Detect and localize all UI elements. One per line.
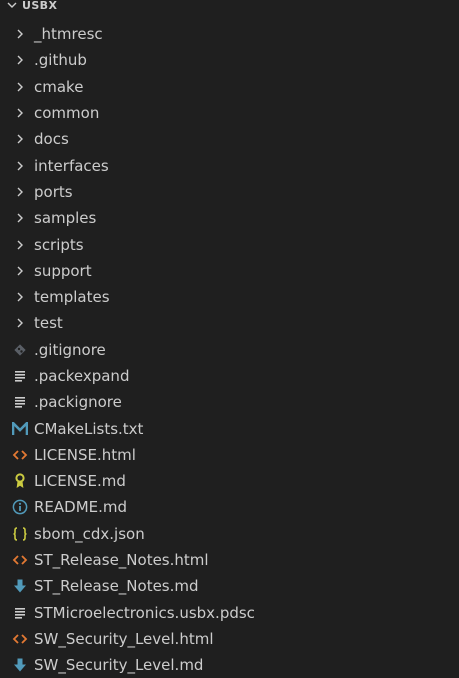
file-item[interactable]: CMakeLists.txt	[0, 415, 459, 441]
chevron-right-icon	[10, 313, 30, 333]
cmake-icon	[10, 419, 30, 439]
folder-label: interfaces	[34, 156, 109, 175]
folder-label: scripts	[34, 235, 84, 254]
file-item[interactable]: ST_Release_Notes.html	[0, 547, 459, 573]
info-icon	[10, 497, 30, 517]
file-label: .packexpand	[34, 367, 130, 385]
chevron-right-icon	[10, 50, 30, 70]
chevron-down-icon	[4, 0, 20, 13]
license-icon	[10, 471, 30, 491]
file-item[interactable]: STMicroelectronics.usbx.pdsc	[0, 600, 459, 626]
chevron-right-icon	[10, 261, 30, 281]
chevron-right-icon	[10, 103, 30, 123]
folder-item[interactable]: interfaces	[0, 152, 459, 178]
file-label: LICENSE.html	[34, 445, 136, 464]
folder-item[interactable]: docs	[0, 126, 459, 152]
folder-label: _htmresc	[34, 25, 103, 44]
folder-label: common	[34, 104, 100, 123]
file-label: SW_Security_Level.html	[34, 629, 214, 648]
markdown-icon	[10, 576, 30, 596]
folder-item[interactable]: _htmresc	[0, 21, 459, 47]
folder-item[interactable]: test	[0, 310, 459, 336]
file-item[interactable]: SW_Security_Level.md	[0, 652, 459, 678]
file-item[interactable]: SW_Security_Level.html	[0, 626, 459, 652]
file-item[interactable]: .packignore	[0, 389, 459, 415]
folder-label: templates	[34, 288, 110, 307]
folder-item[interactable]: support	[0, 258, 459, 284]
file-label: STMicroelectronics.usbx.pdsc	[34, 603, 255, 622]
text-file-icon	[10, 392, 30, 412]
root-folder-label: USBX	[22, 0, 58, 12]
file-item[interactable]: LICENSE.md	[0, 468, 459, 494]
folder-label: support	[34, 261, 92, 280]
chevron-right-icon	[10, 129, 30, 149]
file-item[interactable]: ST_Release_Notes.md	[0, 573, 459, 599]
chevron-right-icon	[10, 235, 30, 255]
text-file-icon	[10, 603, 30, 623]
file-label: LICENSE.md	[34, 472, 126, 491]
file-item[interactable]: .packexpand	[0, 363, 459, 389]
file-label: ST_Release_Notes.md	[34, 577, 199, 596]
file-item[interactable]: LICENSE.html	[0, 442, 459, 468]
file-item[interactable]: .gitignore	[0, 337, 459, 363]
html-icon	[10, 550, 30, 570]
git-icon	[10, 340, 30, 360]
chevron-right-icon	[10, 77, 30, 97]
folder-item[interactable]: common	[0, 100, 459, 126]
file-label: .packignore	[34, 393, 122, 412]
folder-item[interactable]: scripts	[0, 231, 459, 257]
root-folder-header[interactable]: USBX	[0, 0, 459, 13]
markdown-icon	[10, 655, 30, 675]
file-label: README.md	[34, 498, 128, 517]
file-label: CMakeLists.txt	[34, 419, 144, 438]
file-tree: _htmresc .github cmake common docs inter…	[0, 21, 459, 678]
chevron-right-icon	[10, 182, 30, 202]
folder-label: ports	[34, 182, 73, 201]
folder-item[interactable]: samples	[0, 205, 459, 231]
html-icon	[10, 629, 30, 649]
html-icon	[10, 445, 30, 465]
folder-label: docs	[34, 130, 69, 149]
json-icon	[10, 524, 30, 544]
folder-label: samples	[34, 209, 97, 228]
chevron-right-icon	[10, 287, 30, 307]
file-label: .gitignore	[34, 340, 106, 359]
file-label: SW_Security_Level.md	[34, 656, 204, 675]
chevron-right-icon	[10, 24, 30, 44]
file-label: sbom_cdx.json	[34, 524, 145, 543]
chevron-right-icon	[10, 156, 30, 176]
folder-item[interactable]: cmake	[0, 74, 459, 100]
folder-item[interactable]: .github	[0, 47, 459, 73]
text-file-icon	[10, 366, 30, 386]
chevron-right-icon	[10, 208, 30, 228]
folder-item[interactable]: ports	[0, 179, 459, 205]
file-label: ST_Release_Notes.html	[34, 551, 209, 570]
folder-label: test	[34, 314, 63, 333]
folder-item[interactable]: templates	[0, 284, 459, 310]
file-explorer: USBX _htmresc .github cmake common docs …	[0, 0, 459, 678]
file-item[interactable]: sbom_cdx.json	[0, 521, 459, 547]
folder-label: .github	[34, 51, 87, 70]
folder-label: cmake	[34, 77, 84, 96]
file-item[interactable]: README.md	[0, 494, 459, 520]
